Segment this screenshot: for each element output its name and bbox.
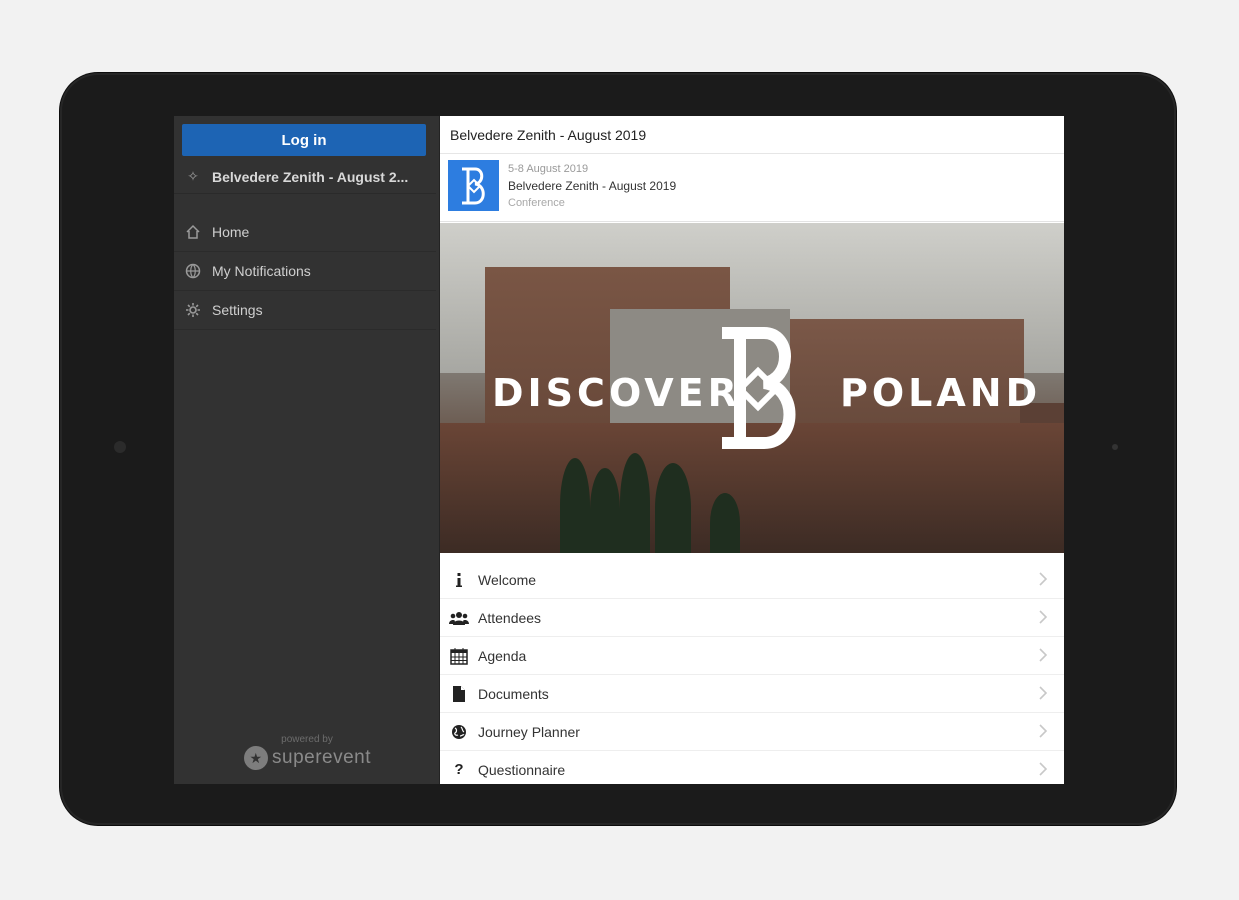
superevent-logo-icon: ★ [244, 746, 268, 770]
brand-name: superevent [272, 747, 372, 768]
tree-shape [655, 463, 691, 553]
event-type: Conference [508, 197, 565, 209]
sidebar-item-label: My Notifications [212, 263, 311, 279]
tree-shape [620, 453, 650, 553]
info-icon [440, 572, 478, 588]
chevron-right-icon [1039, 572, 1048, 586]
document-icon [440, 685, 478, 703]
menu-item-questionnaire[interactable]: ? Questionnaire [440, 751, 1064, 784]
menu-item-label: Welcome [478, 571, 537, 588]
login-button[interactable]: Log in [182, 124, 426, 156]
sidebar-nav: Home My Notifications Settings [174, 213, 436, 330]
camera [114, 441, 126, 453]
globe-icon [174, 263, 212, 279]
sparkle-icon: ✧ [187, 168, 199, 184]
tree-shape [710, 493, 740, 553]
menu-item-label: Documents [478, 685, 549, 702]
sidebar-item-label: Settings [212, 302, 263, 318]
chevron-right-icon [1039, 648, 1048, 662]
menu-item-label: Journey Planner [478, 723, 580, 740]
sensor [1112, 444, 1118, 450]
tree-shape [560, 458, 590, 553]
sidebar-item-home[interactable]: Home [174, 213, 436, 252]
menu-item-label: Agenda [478, 647, 527, 664]
sidebar-event-name: Belvedere Zenith - August 2... [212, 168, 409, 185]
globe-icon [440, 724, 478, 740]
hero-banner: DISCOVER POLAND [440, 223, 1064, 553]
users-icon [440, 610, 478, 626]
page-title: Belvedere Zenith - August 2019 [440, 116, 1064, 154]
question-icon: ? [454, 761, 464, 778]
event-name: Belvedere Zenith - August 2019 [508, 179, 677, 193]
sidebar-item-settings[interactable]: Settings [174, 291, 436, 330]
hero-left-text: DISCOVER [492, 371, 741, 415]
chevron-right-icon [1039, 686, 1048, 700]
chevron-right-icon [1039, 724, 1048, 738]
calendar-icon [440, 647, 478, 665]
superevent-brand: ★ superevent [244, 744, 371, 772]
sidebar-event-selector[interactable]: ✧ Belvedere Zenith - August 2... [174, 160, 436, 194]
menu-item-attendees[interactable]: Attendees [440, 599, 1064, 637]
chevron-right-icon [1039, 610, 1048, 624]
menu-item-agenda[interactable]: Agenda [440, 637, 1064, 675]
sidebar: Log in ✧ Belvedere Zenith - August 2... … [174, 116, 440, 784]
menu-item-label: Attendees [478, 609, 542, 626]
menu-item-documents[interactable]: Documents [440, 675, 1064, 713]
tree-shape [590, 468, 620, 553]
hero-right-text: POLAND [840, 371, 1042, 415]
menu-item-welcome[interactable]: Welcome [440, 561, 1064, 599]
event-date: 5-8 August 2019 [508, 163, 589, 175]
main-panel: Belvedere Zenith - August 2019 5-8 Augus… [440, 116, 1064, 784]
sidebar-item-label: Home [212, 224, 250, 240]
sidebar-item-notifications[interactable]: My Notifications [174, 252, 436, 291]
menu-item-journey-planner[interactable]: Journey Planner [440, 713, 1064, 751]
chevron-right-icon [1039, 762, 1048, 776]
event-card[interactable]: 5-8 August 2019 Belvedere Zenith - Augus… [440, 154, 1064, 222]
event-menu: Welcome Attendees Agenda Documents Journ… [440, 561, 1064, 784]
hero-b-logo-icon [722, 327, 796, 449]
home-icon [174, 224, 212, 240]
gear-icon [174, 302, 212, 318]
app-screen: Log in ✧ Belvedere Zenith - August 2... … [174, 116, 1064, 784]
menu-item-label: Questionnaire [478, 761, 566, 778]
event-logo-icon [448, 160, 499, 211]
